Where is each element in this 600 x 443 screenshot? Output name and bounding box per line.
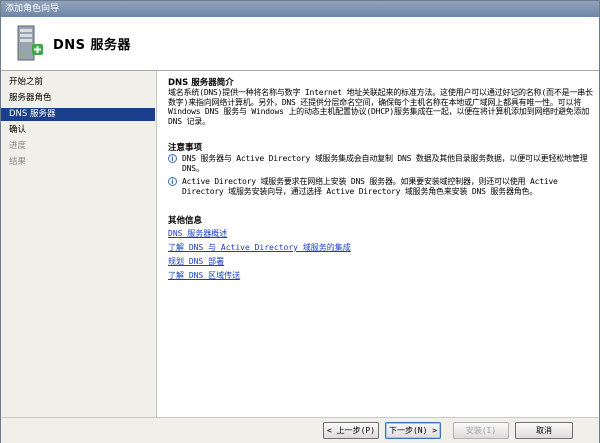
sidebar-item-results: 结果 bbox=[9, 157, 27, 167]
info-icon: i bbox=[168, 154, 177, 163]
install-button: 安装(I) bbox=[453, 422, 509, 439]
window-title: 添加角色向导 bbox=[1, 1, 599, 17]
note-item: i DNS 服务器与 Active Directory 域服务集成会自动复制 D… bbox=[168, 154, 594, 176]
link-plan-dns-deployment[interactable]: 规划 DNS 部署 bbox=[168, 256, 224, 267]
note-text: DNS 服务器与 Active Directory 域服务集成会自动复制 DNS… bbox=[182, 154, 588, 173]
info-icon: i bbox=[168, 177, 177, 186]
wizard-content: DNS 服务器简介 域名系统(DNS)提供一种将名称与数字 Internet 地… bbox=[156, 71, 599, 417]
notes-title: 注意事项 bbox=[168, 143, 203, 153]
sidebar-item-progress: 进度 bbox=[9, 141, 27, 151]
intro-text: 域名系统(DNS)提供一种将名称与数字 Internet 地址关联起来的标准方法… bbox=[168, 88, 593, 126]
next-button[interactable]: 下一步(N) > bbox=[385, 422, 441, 439]
more-info-title: 其他信息 bbox=[168, 216, 203, 226]
sidebar-item-before-you-begin[interactable]: 开始之前 bbox=[1, 76, 155, 89]
link-dns-ad-integration[interactable]: 了解 DNS 与 Active Directory 域服务的集成 bbox=[168, 242, 351, 253]
page-title: DNS 服务器 bbox=[53, 38, 132, 53]
note-text: Active Directory 域服务要求在网络上安装 DNS 服务器。如果要… bbox=[182, 177, 558, 196]
server-add-icon bbox=[17, 25, 43, 61]
cancel-button[interactable]: 取消 bbox=[515, 422, 573, 439]
wizard-window: 添加角色向导 DNS 服务器 开始之前 服务器角色 DNS 服务器 确认 进度 … bbox=[0, 0, 600, 443]
sidebar-item-dns-server[interactable]: DNS 服务器 bbox=[1, 108, 155, 121]
link-dns-overview[interactable]: DNS 服务器概述 bbox=[168, 228, 227, 239]
sidebar-item-server-roles[interactable]: 服务器角色 bbox=[1, 92, 155, 105]
wizard-banner: DNS 服务器 bbox=[1, 17, 599, 71]
intro-title: DNS 服务器简介 bbox=[168, 78, 234, 88]
wizard-footer: < 上一步(P) 下一步(N) > 安装(I) 取消 bbox=[1, 417, 599, 443]
previous-button[interactable]: < 上一步(P) bbox=[323, 422, 379, 439]
sidebar-item-confirmation[interactable]: 确认 bbox=[1, 124, 155, 137]
note-item: i Active Directory 域服务要求在网络上安装 DNS 服务器。如… bbox=[168, 177, 594, 209]
link-dns-zone-transfer[interactable]: 了解 DNS 区域传送 bbox=[168, 270, 240, 281]
wizard-steps-sidebar: 开始之前 服务器角色 DNS 服务器 确认 进度 结果 bbox=[1, 71, 155, 417]
